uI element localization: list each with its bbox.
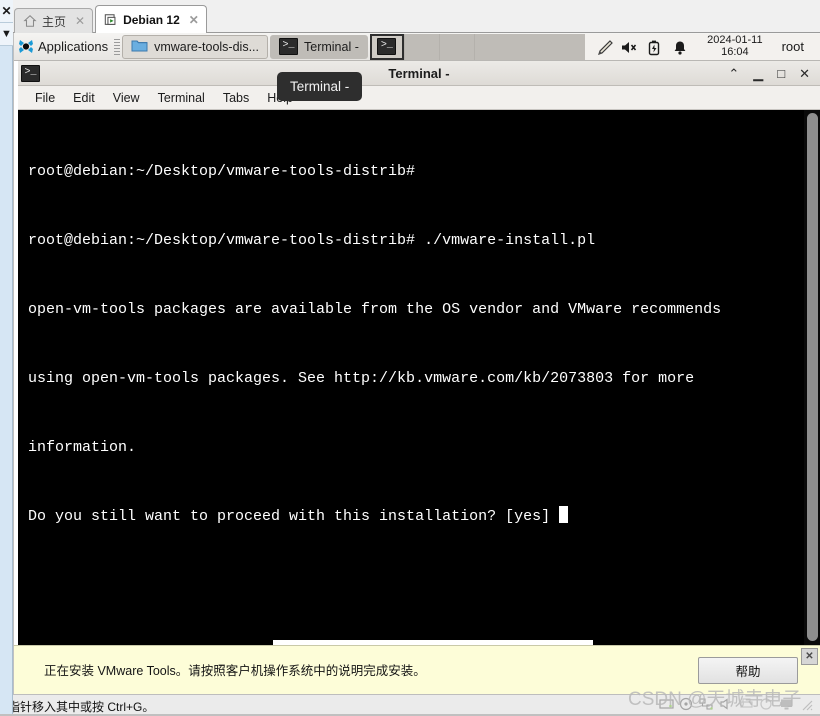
- taskbar-button-terminal-label: Terminal -: [304, 39, 359, 54]
- clock-time: 16:04: [721, 45, 749, 58]
- vmware-left-rail: ✕ ▼: [0, 0, 13, 714]
- usb-icon[interactable]: [759, 697, 774, 711]
- vmware-tab-strip: 主页 ✕ Debian 12 ✕: [0, 0, 820, 33]
- battery-icon[interactable]: [647, 40, 662, 55]
- system-tray: 2024-01-11 16:04 root: [585, 33, 820, 60]
- clock-date: 2024-01-11: [707, 34, 763, 46]
- terminal-line: root@debian:~/Desktop/vmware-tools-distr…: [28, 232, 596, 249]
- taskbar-slot: [403, 33, 439, 60]
- volume-muted-icon[interactable]: [621, 40, 637, 54]
- terminal-line: information.: [28, 439, 137, 456]
- panel-handle[interactable]: [114, 38, 121, 55]
- vmware-tabs: 主页 ✕ Debian 12 ✕: [14, 4, 209, 33]
- terminal-line: open-vm-tools packages are available fro…: [28, 301, 722, 318]
- taskbar-slot: [473, 33, 509, 60]
- maximize-button[interactable]: □: [777, 67, 785, 80]
- taskbar-slot: [438, 33, 474, 60]
- library-dropdown-button[interactable]: ▼: [0, 23, 13, 46]
- vmware-notification-bar: 正在安装 VMware Tools。请按照客户机操作系统中的说明完成安装。 帮助…: [14, 645, 820, 694]
- display-icon[interactable]: [779, 697, 794, 711]
- drag-corner-icon[interactable]: [799, 697, 814, 711]
- tooltip: Terminal -: [277, 72, 363, 101]
- taskbar-button-vmware-tools-label: vmware-tools-dis...: [154, 39, 259, 54]
- xfce-panel: Applications vmware-tools-dis... >_ Term…: [14, 33, 820, 61]
- terminal-line: using open-vm-tools packages. See http:/…: [28, 370, 695, 387]
- terminal-output-area[interactable]: root@debian:~/Desktop/vmware-tools-distr…: [18, 110, 820, 645]
- terminal-prompt-text: Do you still want to proceed with this i…: [28, 508, 560, 525]
- shade-button[interactable]: ⌃: [728, 67, 739, 80]
- sound-card-icon[interactable]: [719, 697, 734, 711]
- minimize-button[interactable]: ▁: [753, 67, 763, 80]
- help-button[interactable]: 帮助: [698, 657, 798, 684]
- hard-disk-icon[interactable]: [659, 697, 674, 711]
- clock[interactable]: 2024-01-11 16:04: [699, 34, 771, 58]
- close-icon[interactable]: ✕: [75, 14, 85, 28]
- terminal-line: root@debian:~/Desktop/vmware-tools-distr…: [28, 163, 425, 180]
- terminal-title: Terminal -: [388, 65, 450, 81]
- notification-close-icon[interactable]: ✕: [801, 648, 818, 665]
- vmware-tab-debian[interactable]: Debian 12 ✕: [95, 5, 207, 33]
- close-icon[interactable]: ✕: [189, 13, 199, 27]
- menu-view[interactable]: View: [104, 86, 149, 110]
- guest-os-screen[interactable]: Applications vmware-tools-dis... >_ Term…: [14, 33, 820, 645]
- printer-icon[interactable]: [739, 697, 754, 711]
- menu-terminal[interactable]: Terminal: [149, 86, 214, 110]
- library-close-button[interactable]: ✕: [0, 0, 13, 23]
- terminal-prompt-line: Do you still want to proceed with this i…: [28, 505, 802, 528]
- vm-icon: [104, 13, 118, 27]
- vmware-notification-message: 正在安装 VMware Tools。请按照客户机操作系统中的说明完成安装。: [44, 664, 426, 678]
- close-button[interactable]: ✕: [799, 67, 810, 80]
- notification-bell-icon[interactable]: [673, 40, 688, 55]
- vmware-tab-debian-label: Debian 12: [123, 12, 180, 27]
- applications-menu-label: Applications: [38, 39, 109, 54]
- terminal-titlebar[interactable]: >_ Terminal - ⌃ ▁ □ ✕: [18, 61, 820, 86]
- menu-file[interactable]: File: [26, 86, 64, 110]
- home-icon: [23, 14, 37, 28]
- taskbar-button-terminal[interactable]: >_ Terminal -: [270, 34, 368, 59]
- cd-drive-icon[interactable]: [679, 697, 694, 711]
- terminal-icon: >_: [279, 38, 298, 55]
- menu-edit[interactable]: Edit: [64, 86, 104, 110]
- status-hint: 标指针移入其中或按 Ctrl+G。: [0, 700, 155, 714]
- screenshot-tool-icon[interactable]: [595, 39, 613, 55]
- terminal-text: root@debian:~/Desktop/vmware-tools-distr…: [28, 114, 802, 574]
- terminal-scrollbar[interactable]: [804, 110, 820, 645]
- terminal-window[interactable]: >_ Terminal - ⌃ ▁ □ ✕ File Edit View Ter…: [18, 61, 820, 645]
- window-controls: ⌃ ▁ □ ✕: [728, 61, 816, 86]
- xfce-mouse-icon: [18, 39, 34, 54]
- vmware-tab-home[interactable]: 主页 ✕: [14, 8, 94, 33]
- terminal-menubar: File Edit View Terminal Tabs Help: [18, 86, 820, 110]
- vmware-status-bar: 标指针移入其中或按 Ctrl+G。: [0, 694, 820, 714]
- terminal-cursor: [559, 506, 569, 523]
- taskbar-window-active[interactable]: >_: [369, 33, 404, 60]
- user-indicator[interactable]: root: [781, 33, 810, 60]
- menu-tabs[interactable]: Tabs: [214, 86, 258, 110]
- vmware-device-icons: [659, 697, 814, 711]
- network-adapter-icon[interactable]: [699, 697, 714, 711]
- terminal-scrollbar-thumb[interactable]: [807, 113, 818, 641]
- folder-icon: [131, 38, 148, 55]
- screen: 主页 ✕ Debian 12 ✕ ✕ ▼ Applications vmware…: [0, 0, 820, 714]
- vmware-tab-home-label: 主页: [42, 14, 67, 29]
- terminal-icon: >_: [377, 38, 397, 55]
- taskbar-button-vmware-tools[interactable]: vmware-tools-dis...: [122, 34, 268, 59]
- applications-menu-button[interactable]: Applications: [14, 34, 112, 60]
